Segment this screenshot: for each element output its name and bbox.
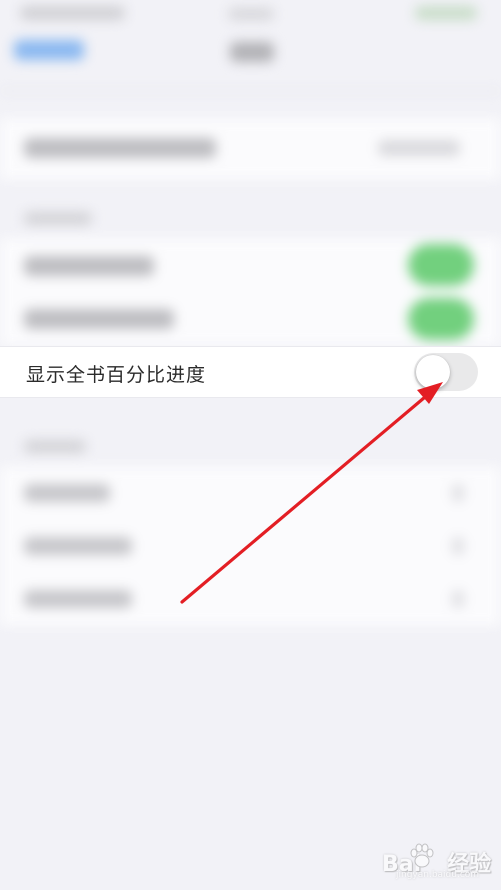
arrow-shaft [180, 390, 433, 604]
settings-screen: 显示全书百分比进度 Bai 经验 jingyan.baidu.com [0, 0, 501, 890]
paw-icon [410, 843, 434, 868]
annotation-arrow [180, 382, 443, 604]
watermark-url: jingyan.baidu.com [396, 870, 480, 880]
baidu-jingyan-watermark: Bai 经验 jingyan.baidu.com [382, 840, 494, 882]
